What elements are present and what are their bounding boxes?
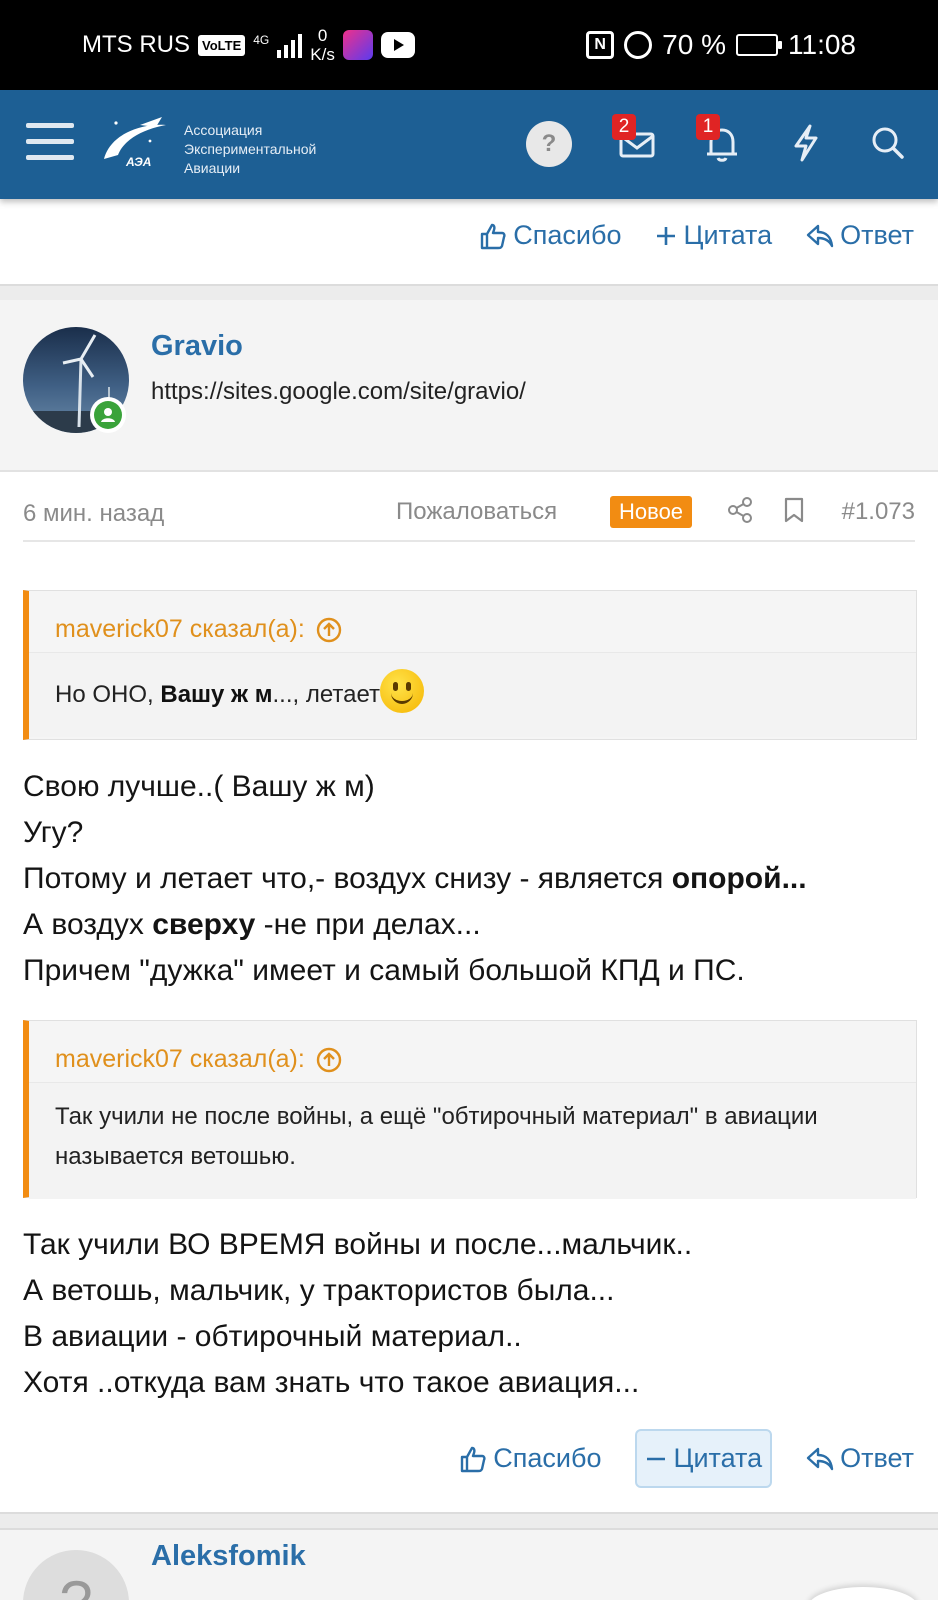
body1-line-1: Свою лучше..( Вашу ж м) bbox=[23, 770, 375, 803]
status-bar-left: MTS RUS VoLTE 4G 0 K/s bbox=[82, 0, 415, 90]
post-number[interactable]: #1.073 bbox=[842, 498, 915, 526]
prev-reply-label: Ответ bbox=[840, 220, 914, 250]
site-logo[interactable]: АЭА Ассоциация Экспериментальной Авиации bbox=[100, 115, 330, 178]
post-time[interactable]: 6 мин. назад bbox=[23, 500, 164, 528]
post-meta: 6 мин. назад Пожаловаться Новое #1.073 bbox=[23, 490, 915, 542]
quote-author-1: maverick07 сказал(а): bbox=[55, 615, 305, 643]
body1-line-4-bold: сверху bbox=[152, 908, 256, 941]
body2-line-2: А ветошь, мальчик, у трактористов была..… bbox=[23, 1274, 615, 1307]
network-type: 4G bbox=[253, 33, 270, 47]
reply-icon bbox=[806, 1447, 834, 1470]
whats-new-button[interactable] bbox=[786, 120, 826, 164]
prev-like-label: Спасибо bbox=[513, 220, 622, 250]
next-post-user-block: ? Aleksfomik bbox=[0, 1530, 938, 1600]
quote-label: Цитата bbox=[673, 1443, 763, 1473]
quote-header-2[interactable]: maverick07 сказал(а): bbox=[29, 1021, 916, 1083]
alarm-icon bbox=[624, 31, 653, 59]
body1-line-3: Потому и летает что,- воздух снизу - явл… bbox=[23, 856, 807, 902]
lightning-icon bbox=[794, 124, 818, 162]
quote-author-2: maverick07 сказал(а): bbox=[55, 1045, 305, 1073]
smiley-icon bbox=[380, 668, 425, 713]
alerts-button[interactable]: 1 bbox=[696, 114, 742, 164]
speed-value: 0 bbox=[317, 26, 328, 45]
body1-line-4-text: А воздух bbox=[23, 908, 153, 941]
puzzle-app-icon bbox=[342, 30, 373, 60]
reply-button[interactable]: Ответ bbox=[806, 1437, 914, 1480]
body2-line-1: Так учили ВО ВРЕМЯ войны и после...мальч… bbox=[23, 1228, 693, 1261]
body1-line-5: Причем "дужка" имеет и самый большой КПД… bbox=[23, 954, 745, 987]
post-user-block: Gravio https://sites.google.com/site/gra… bbox=[0, 300, 938, 472]
prev-reply-button[interactable]: Ответ bbox=[806, 214, 914, 257]
site-navbar: АЭА Ассоциация Экспериментальной Авиации… bbox=[0, 90, 938, 199]
reply-icon bbox=[806, 224, 834, 247]
status-bar-right: N 70 % 11:08 bbox=[586, 0, 856, 90]
post-body-1: Свою лучше..( Вашу ж м) Угу? Потому и ле… bbox=[23, 764, 807, 994]
status-bar: MTS RUS VoLTE 4G 0 K/s N 70 % 11:08 bbox=[0, 0, 938, 90]
search-icon bbox=[872, 127, 904, 159]
quote-header-1[interactable]: maverick07 сказал(а): bbox=[29, 591, 916, 653]
volte-badge: VoLTE bbox=[198, 34, 246, 56]
post-actions: Спасибо Цитата Ответ bbox=[459, 1429, 914, 1488]
network-speed: 0 K/s bbox=[310, 26, 335, 64]
body1-line-4-after: -не при делах... bbox=[255, 908, 481, 941]
quote-block-2: maverick07 сказал(а): Так учили не после… bbox=[23, 1020, 917, 1199]
body1-line-2: Угу? bbox=[23, 816, 84, 849]
arrow-up-circle-icon bbox=[316, 1047, 342, 1072]
nfc-icon: N bbox=[586, 31, 615, 59]
avatar-placeholder[interactable]: ? bbox=[23, 1550, 129, 1600]
body2-line-4: Хотя ..откуда вам знать что такое авиаци… bbox=[23, 1366, 640, 1399]
body1-line-3-bold: опорой... bbox=[671, 862, 807, 895]
alerts-badge: 1 bbox=[696, 114, 720, 140]
help-icon[interactable]: ? bbox=[526, 121, 572, 167]
report-link[interactable]: Пожаловаться bbox=[396, 498, 557, 526]
search-button[interactable] bbox=[868, 120, 908, 164]
inbox-button[interactable]: 2 bbox=[612, 114, 658, 164]
arrow-up-circle-icon bbox=[316, 617, 342, 642]
share-icon[interactable] bbox=[727, 496, 755, 531]
quote-body-2: Так учили не после войны, а ещё "обтироч… bbox=[29, 1083, 916, 1199]
battery-icon bbox=[736, 34, 782, 56]
prev-quote-label: Цитата bbox=[683, 220, 773, 250]
prev-like-button[interactable]: Спасибо bbox=[479, 214, 621, 257]
menu-icon[interactable] bbox=[26, 123, 74, 165]
body1-line-4: А воздух сверху -не при делах... bbox=[23, 902, 807, 948]
post-separator bbox=[0, 1512, 938, 1530]
inbox-badge: 2 bbox=[612, 114, 636, 140]
quote-body-1: Но ОНО, Вашу ж м..., летает bbox=[29, 653, 916, 737]
logo-line-1: Ассоциация bbox=[184, 122, 263, 138]
logo-line-2: Экспериментальной bbox=[184, 141, 317, 157]
quote-button[interactable]: Цитата bbox=[635, 1429, 773, 1488]
carrier-name: MTS RUS bbox=[82, 31, 190, 58]
plus-icon bbox=[657, 226, 676, 245]
battery-percent: 70 % bbox=[662, 29, 726, 60]
post-body-2: Так учили ВО ВРЕМЯ войны и после...мальч… bbox=[23, 1222, 692, 1406]
prev-post-actions: Спасибо Цитата Ответ bbox=[479, 214, 914, 257]
signal-icon bbox=[277, 32, 303, 58]
quote1-text-after: ..., летает bbox=[272, 681, 381, 708]
like-label: Спасибо bbox=[493, 1443, 602, 1473]
quote-block-1: maverick07 сказал(а): Но ОНО, Вашу ж м..… bbox=[23, 590, 917, 740]
body1-line-3-text: Потому и летает что,- воздух снизу - явл… bbox=[23, 862, 672, 895]
logo-abbreviation: АЭА bbox=[126, 155, 152, 169]
new-badge: Новое bbox=[610, 496, 693, 528]
logo-line-3: Авиации bbox=[184, 160, 241, 176]
minus-icon bbox=[647, 1457, 666, 1460]
logo-text: Ассоциация Экспериментальной Авиации bbox=[184, 121, 316, 178]
user-title: https://sites.google.com/site/gravio/ bbox=[151, 378, 526, 405]
like-button[interactable]: Спасибо bbox=[459, 1437, 601, 1480]
post-username[interactable]: Gravio bbox=[151, 330, 243, 363]
thumbs-up-icon bbox=[481, 223, 506, 249]
speed-unit: K/s bbox=[310, 45, 335, 64]
quote1-text-before: Но ОНО, bbox=[55, 681, 161, 708]
thumbs-up-icon bbox=[461, 1446, 486, 1472]
youtube-icon bbox=[380, 32, 415, 58]
prev-quote-button[interactable]: Цитата bbox=[655, 214, 772, 257]
next-post-username[interactable]: Aleksfomik bbox=[151, 1540, 306, 1573]
online-status-icon bbox=[90, 397, 126, 433]
body2-line-3: В авиации - обтирочный материал.. bbox=[23, 1320, 522, 1353]
quote1-text-bold: Вашу ж м bbox=[160, 681, 273, 708]
clock: 11:08 bbox=[788, 29, 856, 60]
reply-label: Ответ bbox=[840, 1443, 914, 1473]
bookmark-icon[interactable] bbox=[782, 496, 806, 531]
